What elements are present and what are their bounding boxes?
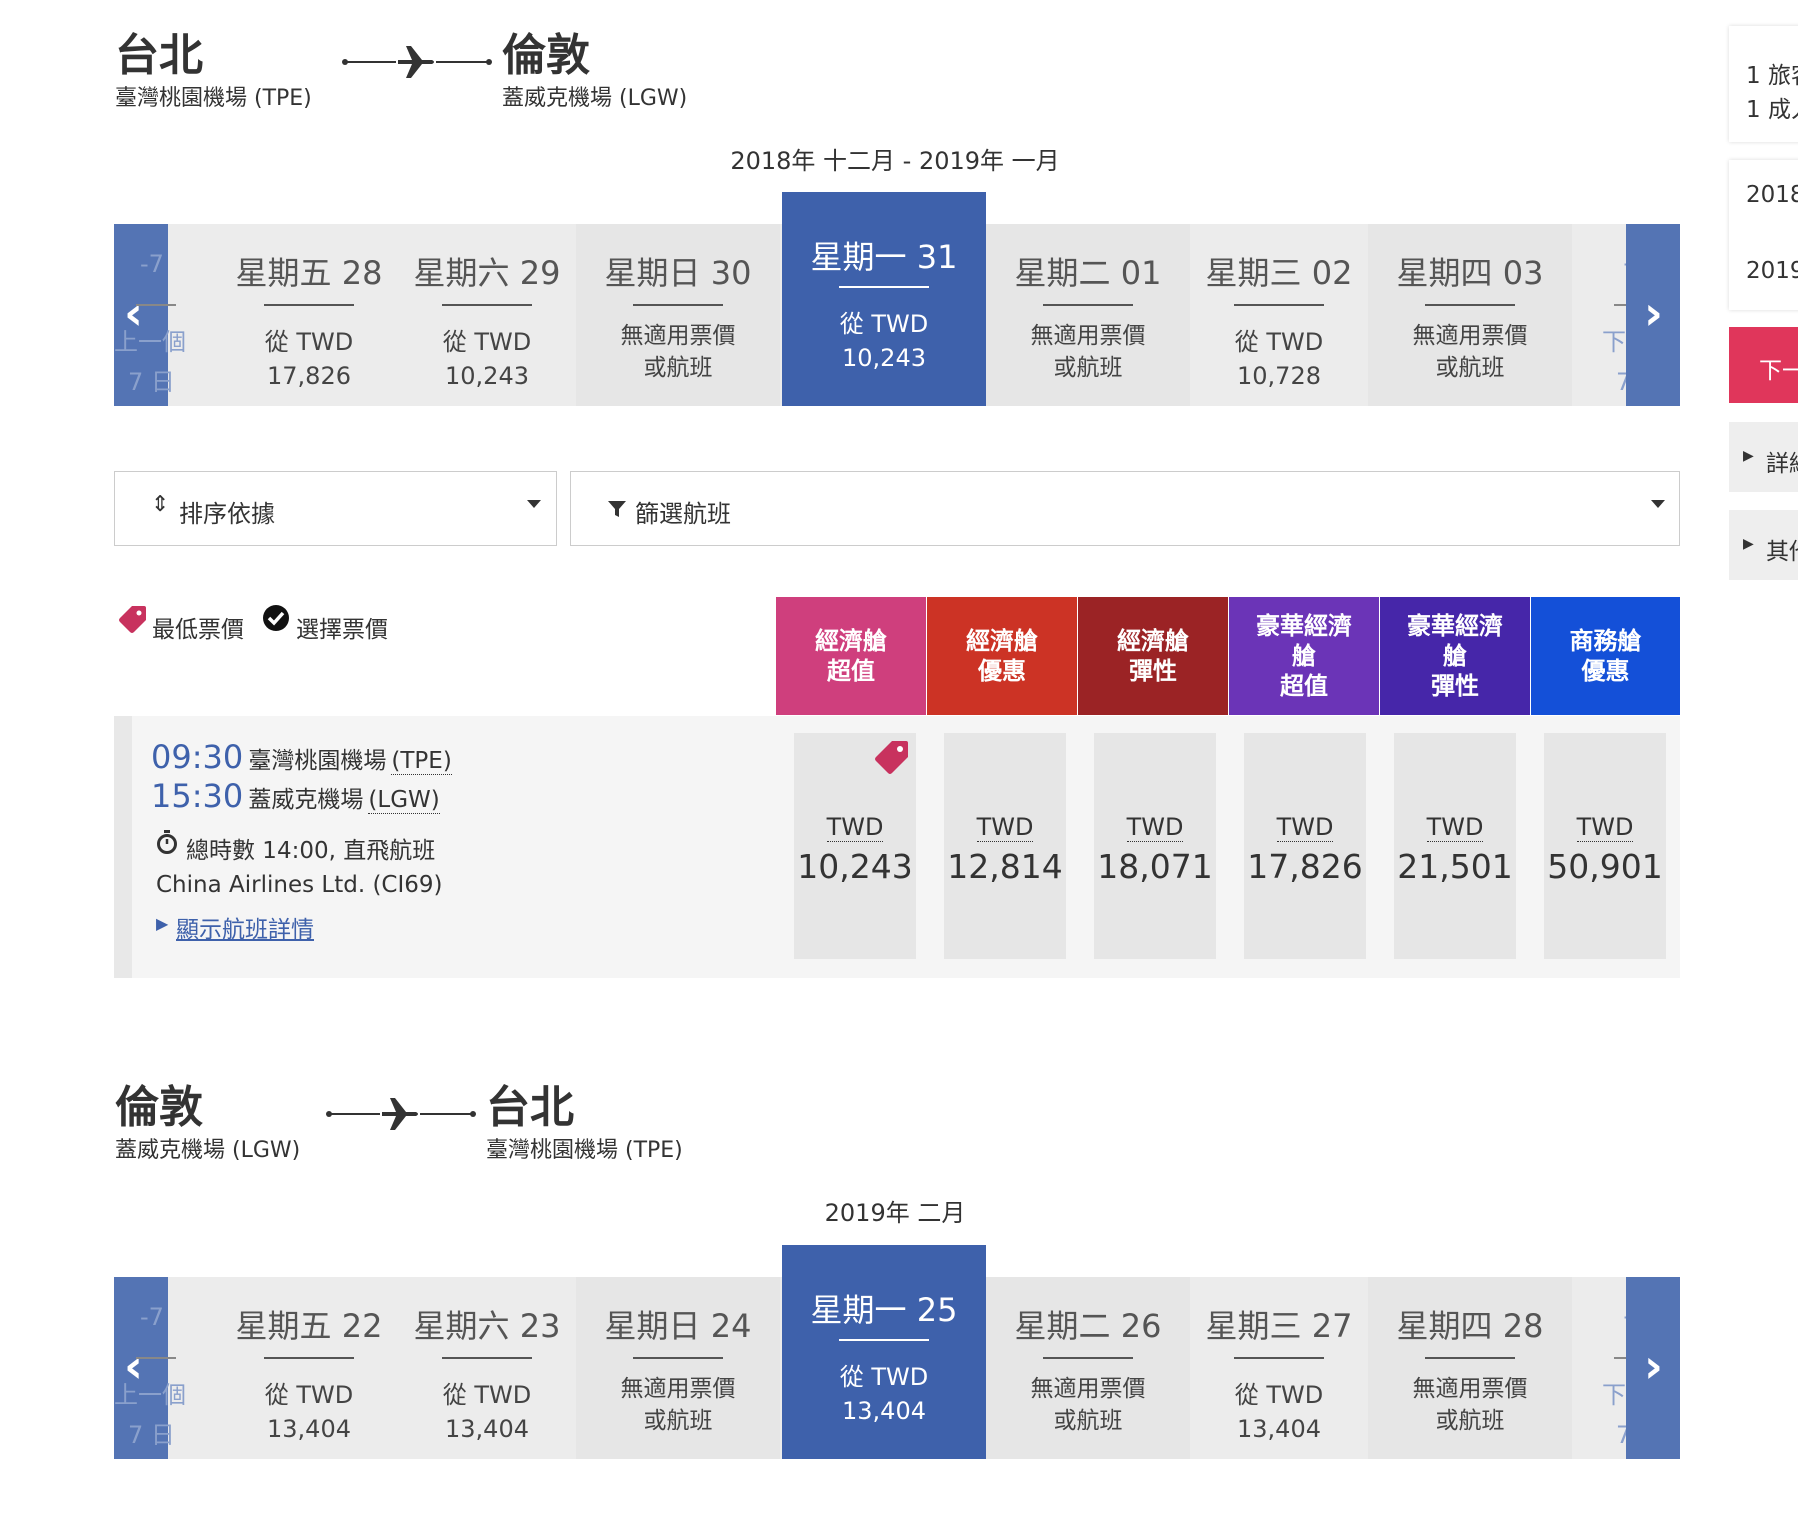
check-circle-icon <box>263 605 289 631</box>
filter-icon <box>608 501 626 517</box>
inbound-day-4[interactable]: 星期二 26 無適用票價 或航班 <box>986 1277 1190 1459</box>
date-summary[interactable]: 2018 2019 <box>1729 160 1798 310</box>
other-toggle[interactable]: ▶ 其他 <box>1729 510 1798 580</box>
inbound-day-2[interactable]: 星期日 24 無適用票價 或航班 <box>576 1277 780 1459</box>
cabin-header-premium-value: 豪華經濟艙超值 <box>1229 597 1379 715</box>
inbound-prev-label: -7 <box>140 1303 164 1331</box>
outbound-day-4[interactable]: 星期二 01 無適用票價 或航班 <box>986 224 1190 406</box>
inbound-to-airport: 臺灣桃園機場 (TPE) <box>486 1138 683 1163</box>
outbound-day-2[interactable]: 星期日 30 無適用票價 或航班 <box>576 224 780 406</box>
outbound-next-week-button[interactable]: › <box>1626 224 1680 406</box>
outbound-month-range: 2018年 十二月 - 2019年 一月 <box>730 147 1060 175</box>
chevron-down-icon <box>527 500 541 508</box>
caret-right-icon: ▶ <box>1743 448 1754 464</box>
arrival-time: 15:30 <box>151 777 244 815</box>
fare-economy-saver[interactable]: TWD 12,814 <box>944 733 1066 959</box>
inbound-from-airport: 蓋威克機場 (LGW) <box>115 1138 301 1163</box>
filter-select[interactable]: 篩選航班 <box>570 471 1680 546</box>
fare-business-saver[interactable]: TWD 50,901 <box>1544 733 1666 959</box>
sort-label: 排序依據 <box>179 500 275 528</box>
outbound-date-summary: 2018 <box>1746 182 1798 208</box>
chevron-right-icon: › <box>1644 286 1663 340</box>
inbound-prev-line2: 7 日 <box>128 1421 175 1449</box>
chevron-down-icon <box>1651 500 1665 508</box>
lowest-price-tag-icon <box>875 741 908 774</box>
cabin-header-economy-value: 經濟艙 超值 <box>776 597 926 715</box>
outbound-prev-line2: 7 日 <box>128 368 175 396</box>
filter-label: 篩選航班 <box>635 500 731 528</box>
cabin-header-economy-saver: 經濟艙 優惠 <box>927 597 1077 715</box>
arrival-line: 15:30 蓋威克機場 (LGW) <box>151 777 440 815</box>
inbound-date-carousel: ‹ -7 上一個 7 日 星期五 22 從 TWD 13,404 星期六 23 … <box>114 1245 1680 1459</box>
inbound-to-city: 台北 <box>486 1082 574 1133</box>
cabin-header-economy-flex: 經濟艙 彈性 <box>1078 597 1228 715</box>
outbound-day-1[interactable]: 星期六 29 從 TWD 10,243 <box>398 224 576 406</box>
outbound-prev-label: -7 <box>140 250 164 278</box>
inbound-day-3-selected[interactable]: 星期一 25 從 TWD 13,404 <box>782 1245 986 1459</box>
arrival-airport: 蓋威克機場 <box>248 787 364 813</box>
inbound-day-6[interactable]: 星期四 28 無適用票價 或航班 <box>1368 1277 1572 1459</box>
inbound-day-5[interactable]: 星期三 27 從 TWD 13,404 <box>1190 1277 1368 1459</box>
legend-selected-fare: 選擇票價 <box>296 617 388 643</box>
inbound-date-summary: 2019 <box>1746 258 1798 284</box>
cabin-header-business-saver: 商務艙 優惠 <box>1531 597 1680 715</box>
fare-economy-flex[interactable]: TWD 18,071 <box>1094 733 1216 959</box>
fare-premium-value[interactable]: TWD 17,826 <box>1244 733 1366 959</box>
outbound-from-airport: 臺灣桃園機場 (TPE) <box>115 86 312 111</box>
fare-premium-flex[interactable]: TWD 21,501 <box>1394 733 1516 959</box>
departure-airport: 臺灣桃園機場 <box>248 748 387 774</box>
adult-count: 1 成人 <box>1746 97 1798 123</box>
outbound-to-city: 倫敦 <box>502 30 590 81</box>
price-tag-icon <box>119 606 146 633</box>
outbound-prev-line1: 上一個 <box>114 328 186 356</box>
legend-lowest-fare: 最低票價 <box>152 617 244 643</box>
inbound-month-range: 2019年 二月 <box>824 1199 966 1227</box>
outbound-from-city: 台北 <box>115 30 203 81</box>
cabin-header-premium-flex: 豪華經濟艙彈性 <box>1380 597 1530 715</box>
departure-time: 09:30 <box>151 738 244 776</box>
details-toggle[interactable]: ▶ 詳細 <box>1729 422 1798 492</box>
flight-duration: 總時數 14:00, 直飛航班 <box>186 838 436 864</box>
show-flight-details-link[interactable]: 顯示航班詳情 <box>176 910 314 944</box>
passenger-summary[interactable]: 1 旅客 1 成人 <box>1729 26 1798 142</box>
stopwatch-icon <box>157 830 177 854</box>
outbound-day-3-selected[interactable]: 星期一 31 從 TWD 10,243 <box>782 192 986 406</box>
sort-icon: ⇕ <box>151 492 170 517</box>
outbound-date-carousel: ‹ -7 上一個 7 日 星期五 28 從 TWD 17,826 星期六 29 … <box>114 192 1680 406</box>
chevron-right-icon: › <box>1644 1339 1663 1393</box>
sort-select[interactable]: ⇕ 排序依據 <box>114 471 557 546</box>
departure-line: 09:30 臺灣桃園機場 (TPE) <box>151 738 452 776</box>
inbound-prev-line1: 上一個 <box>114 1381 186 1409</box>
outbound-day-5[interactable]: 星期三 02 從 TWD 10,728 <box>1190 224 1368 406</box>
airline-name: China Airlines Ltd. (CI69) <box>156 872 443 898</box>
inbound-day-1[interactable]: 星期六 23 從 TWD 13,404 <box>398 1277 576 1459</box>
caret-right-icon: ▶ <box>1743 536 1754 552</box>
passenger-count: 1 旅客 <box>1746 63 1798 89</box>
caret-right-icon: ▶ <box>156 914 169 933</box>
departure-code[interactable]: (TPE) <box>391 748 452 775</box>
next-step-button[interactable]: 下一 <box>1729 327 1798 403</box>
outbound-to-airport: 蓋威克機場 (LGW) <box>502 86 688 111</box>
fare-economy-value[interactable]: TWD 10,243 <box>794 733 916 959</box>
outbound-day-6[interactable]: 星期四 03 無適用票價 或航班 <box>1368 224 1572 406</box>
inbound-day-0[interactable]: 星期五 22 從 TWD 13,404 <box>220 1277 398 1459</box>
arrival-code[interactable]: (LGW) <box>368 787 440 814</box>
inbound-next-week-button[interactable]: › <box>1626 1277 1680 1459</box>
inbound-from-city: 倫敦 <box>115 1082 203 1133</box>
outbound-day-0[interactable]: 星期五 28 從 TWD 17,826 <box>220 224 398 406</box>
